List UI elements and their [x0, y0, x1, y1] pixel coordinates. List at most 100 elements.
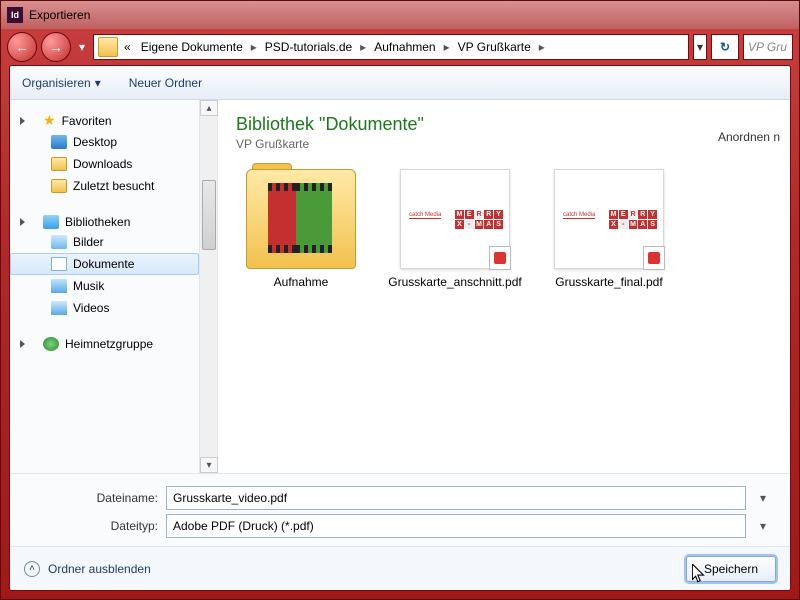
- pdf-item[interactable]: catch Media MERRY X-MAS Grusskarte_ansch…: [390, 169, 520, 290]
- history-dropdown-icon[interactable]: ▾: [75, 36, 89, 58]
- library-subtitle: VP Grußkarte: [236, 137, 772, 151]
- homegroup-icon: [43, 337, 59, 351]
- search-placeholder: VP Gru: [748, 40, 787, 54]
- sidebar: ★ Favoriten Desktop Downloads Zuletzt bes…: [10, 100, 200, 473]
- star-icon: ★: [43, 112, 56, 129]
- sidebar-item-recent[interactable]: Zuletzt besucht: [10, 175, 199, 197]
- file-label: Grusskarte_anschnitt.pdf: [388, 275, 521, 290]
- save-button[interactable]: Speichern: [686, 556, 776, 582]
- refresh-button[interactable]: ↻: [711, 34, 739, 60]
- forward-button[interactable]: →: [41, 32, 71, 62]
- pdf-icon: [489, 246, 511, 270]
- back-button[interactable]: ←: [7, 32, 37, 62]
- save-form: Dateiname: Grusskarte_video.pdf ▾ Dateit…: [10, 473, 790, 546]
- export-dialog: Id Exportieren ← → ▾ « Eigene Dokumente …: [0, 0, 800, 600]
- breadcrumb-item[interactable]: VP Grußkarte: [454, 40, 535, 54]
- favorites-header[interactable]: ★ Favoriten: [10, 108, 199, 131]
- pdf-thumbnail: catch Media MERRY X-MAS: [400, 169, 510, 269]
- homegroup-header[interactable]: Heimnetzgruppe: [10, 333, 199, 353]
- chevron-up-icon: ˄: [24, 561, 40, 577]
- chevron-right-icon[interactable]: ▸: [249, 40, 259, 54]
- breadcrumb-dropdown[interactable]: ▾: [693, 34, 707, 60]
- collapse-icon[interactable]: [20, 117, 25, 125]
- libraries-icon: [43, 215, 59, 229]
- folder-thumbnail: [246, 169, 356, 269]
- breadcrumb[interactable]: « Eigene Dokumente ▸ PSD-tutorials.de ▸ …: [93, 34, 689, 60]
- filename-dropdown-icon[interactable]: ▾: [754, 491, 772, 505]
- nav-row: ← → ▾ « Eigene Dokumente ▸ PSD-tutorials…: [1, 29, 799, 65]
- dialog-body: Organisieren ▾ Neuer Ordner ★ Favoriten D…: [9, 65, 791, 591]
- file-list-area[interactable]: Bibliothek "Dokumente" VP Grußkarte Anor…: [218, 100, 790, 473]
- folder-icon: [51, 157, 67, 171]
- filename-label: Dateiname:: [28, 491, 158, 505]
- file-label: Grusskarte_final.pdf: [555, 275, 662, 290]
- save-label: Speichern: [704, 562, 758, 576]
- collapse-icon[interactable]: [20, 218, 25, 226]
- file-grid: Aufnahme catch Media MERRY X-MAS Grusska…: [236, 169, 772, 290]
- sidebar-item-music[interactable]: Musik: [10, 275, 199, 297]
- filetype-label: Dateityp:: [28, 519, 158, 533]
- file-label: Aufnahme: [274, 275, 329, 290]
- sidebar-item-downloads[interactable]: Downloads: [10, 153, 199, 175]
- chevron-down-icon: ▾: [95, 76, 101, 90]
- sidebar-item-label: Downloads: [73, 157, 132, 171]
- libraries-header[interactable]: Bibliotheken: [10, 211, 199, 231]
- music-icon: [51, 279, 67, 293]
- new-folder-button[interactable]: Neuer Ordner: [129, 76, 202, 90]
- sidebar-item-label: Zuletzt besucht: [73, 179, 154, 193]
- breadcrumb-item[interactable]: Eigene Dokumente: [137, 40, 247, 54]
- pdf-item[interactable]: catch Media MERRY X-MAS Grusskarte_final…: [544, 169, 674, 290]
- hide-folders-label: Ordner ausblenden: [48, 562, 151, 576]
- scroll-down-icon[interactable]: ▾: [200, 457, 218, 473]
- sidebar-item-videos[interactable]: Videos: [10, 297, 199, 319]
- filetype-value: Adobe PDF (Druck) (*.pdf): [173, 519, 314, 533]
- desktop-icon: [51, 135, 67, 149]
- filename-value: Grusskarte_video.pdf: [173, 491, 287, 505]
- breadcrumb-item[interactable]: PSD-tutorials.de: [261, 40, 356, 54]
- folder-icon: [98, 37, 118, 57]
- titlebar[interactable]: Id Exportieren: [1, 1, 799, 29]
- search-input[interactable]: VP Gru: [743, 34, 793, 60]
- favorites-label: Favoriten: [62, 114, 112, 128]
- sidebar-item-label: Videos: [73, 301, 109, 315]
- thumbnail-text: catch Media: [409, 212, 441, 219]
- sidebar-item-pictures[interactable]: Bilder: [10, 231, 199, 253]
- folder-item[interactable]: Aufnahme: [236, 169, 366, 290]
- thumbnail-text: catch Media: [563, 212, 595, 219]
- sidebar-item-label: Musik: [73, 279, 104, 293]
- breadcrumb-item[interactable]: Aufnahmen: [370, 40, 439, 54]
- sidebar-scrollbar[interactable]: ▴ ▾: [200, 100, 218, 473]
- filetype-select[interactable]: Adobe PDF (Druck) (*.pdf): [166, 514, 746, 538]
- libraries-label: Bibliotheken: [65, 215, 130, 229]
- pdf-thumbnail: catch Media MERRY X-MAS: [554, 169, 664, 269]
- pictures-icon: [51, 235, 67, 249]
- window-title: Exportieren: [29, 8, 90, 22]
- scroll-thumb[interactable]: [202, 180, 216, 250]
- sidebar-item-desktop[interactable]: Desktop: [10, 131, 199, 153]
- homegroup-label: Heimnetzgruppe: [65, 337, 153, 351]
- pdf-icon: [643, 246, 665, 270]
- filename-input[interactable]: Grusskarte_video.pdf: [166, 486, 746, 510]
- filetype-dropdown-icon[interactable]: ▾: [754, 519, 772, 533]
- documents-icon: [51, 257, 67, 271]
- toolbar: Organisieren ▾ Neuer Ordner: [10, 66, 790, 100]
- organize-button[interactable]: Organisieren ▾: [22, 76, 101, 90]
- sidebar-item-label: Desktop: [73, 135, 117, 149]
- middle-pane: ★ Favoriten Desktop Downloads Zuletzt bes…: [10, 100, 790, 473]
- videos-icon: [51, 301, 67, 315]
- scroll-up-icon[interactable]: ▴: [200, 100, 218, 116]
- breadcrumb-overflow[interactable]: «: [120, 40, 135, 54]
- chevron-right-icon[interactable]: ▸: [442, 40, 452, 54]
- library-title: Bibliothek "Dokumente": [236, 114, 772, 135]
- chevron-right-icon[interactable]: ▸: [358, 40, 368, 54]
- indesign-icon: Id: [7, 7, 23, 23]
- collapse-icon[interactable]: [20, 340, 25, 348]
- folder-icon: [51, 179, 67, 193]
- sidebar-item-documents[interactable]: Dokumente: [10, 253, 199, 275]
- arrange-by[interactable]: Anordnen n: [718, 130, 780, 144]
- dialog-footer: ˄ Ordner ausblenden Speichern: [10, 546, 790, 590]
- chevron-right-icon[interactable]: ▸: [537, 40, 547, 54]
- sidebar-item-label: Dokumente: [73, 257, 134, 271]
- organize-label: Organisieren: [22, 76, 91, 90]
- hide-folders-button[interactable]: ˄ Ordner ausblenden: [24, 561, 151, 577]
